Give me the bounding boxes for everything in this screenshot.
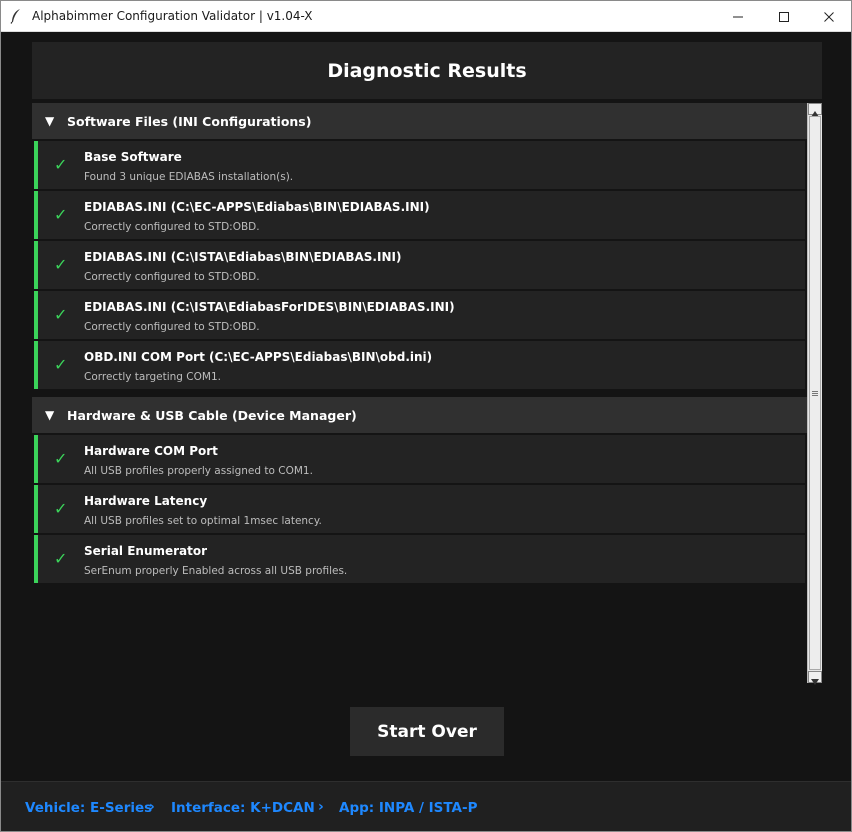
item-title: Hardware COM Port bbox=[84, 444, 218, 458]
list-item: ✓ EDIABAS.INI (C:\ISTA\Ediabas\BIN\EDIAB… bbox=[34, 241, 805, 289]
list-item: ✓ EDIABAS.INI (C:\ISTA\EdiabasForIDES\BI… bbox=[34, 291, 805, 339]
results-header: Diagnostic Results bbox=[32, 42, 822, 99]
item-description: All USB profiles properly assigned to CO… bbox=[84, 465, 313, 477]
item-title: OBD.INI COM Port (C:\EC-APPS\Ediabas\BIN… bbox=[84, 350, 433, 364]
list-item: ✓ EDIABAS.INI (C:\EC-APPS\Ediabas\BIN\ED… bbox=[34, 191, 805, 239]
item-title: Hardware Latency bbox=[84, 494, 208, 508]
feather-icon bbox=[10, 9, 20, 24]
scroll-thumb[interactable] bbox=[809, 116, 821, 670]
breadcrumb: Vehicle: E-Series › Interface: K+DCAN › … bbox=[1, 781, 851, 831]
window-title: Alphabimmer Configuration Validator | v1… bbox=[32, 9, 313, 23]
item-description: All USB profiles set to optimal 1msec la… bbox=[84, 515, 322, 527]
grip-line bbox=[812, 391, 818, 392]
app-window: Alphabimmer Configuration Validator | v1… bbox=[0, 0, 852, 832]
item-title: EDIABAS.INI (C:\ISTA\Ediabas\BIN\EDIABAS… bbox=[84, 250, 402, 264]
title-bar[interactable]: Alphabimmer Configuration Validator | v1… bbox=[1, 1, 851, 32]
check-icon: ✓ bbox=[54, 305, 68, 324]
list-item: ✓ Base Software Found 3 unique EDIABAS i… bbox=[34, 141, 805, 189]
list-item: ✓ Serial Enumerator SerEnum properly Ena… bbox=[34, 535, 805, 583]
section-header-hardware-usb[interactable]: ▼ Hardware & USB Cable (Device Manager) bbox=[32, 397, 807, 433]
close-icon bbox=[824, 11, 834, 22]
scroll-down-arrow-icon bbox=[811, 679, 819, 685]
list-item: ✓ Hardware COM Port All USB profiles pro… bbox=[34, 435, 805, 483]
check-icon: ✓ bbox=[54, 205, 68, 224]
check-icon: ✓ bbox=[54, 155, 68, 174]
section-header-software-files[interactable]: ▼ Software Files (INI Configurations) bbox=[32, 103, 807, 139]
minimize-button[interactable] bbox=[715, 1, 761, 32]
expanded-arrow-icon: ▼ bbox=[45, 114, 55, 128]
scroll-down-button[interactable] bbox=[808, 671, 822, 685]
start-over-button[interactable]: Start Over bbox=[350, 707, 504, 756]
section-title: Software Files (INI Configurations) bbox=[67, 113, 312, 129]
chevron-right-icon: › bbox=[318, 799, 324, 815]
breadcrumb-app[interactable]: App: INPA / ISTA-P bbox=[339, 800, 477, 816]
expanded-arrow-icon: ▼ bbox=[45, 408, 55, 422]
close-button[interactable] bbox=[806, 1, 851, 32]
scroll-up-button[interactable] bbox=[808, 103, 822, 117]
maximize-button[interactable] bbox=[761, 1, 807, 32]
check-icon: ✓ bbox=[54, 255, 68, 274]
check-icon: ✓ bbox=[54, 549, 68, 568]
item-title: Base Software bbox=[84, 150, 182, 164]
section-title: Hardware & USB Cable (Device Manager) bbox=[67, 407, 357, 423]
item-title: EDIABAS.INI (C:\ISTA\EdiabasForIDES\BIN\… bbox=[84, 300, 455, 314]
check-icon: ✓ bbox=[54, 355, 68, 374]
item-description: Found 3 unique EDIABAS installation(s). bbox=[84, 171, 294, 183]
item-description: Correctly configured to STD:OBD. bbox=[84, 221, 260, 233]
check-icon: ✓ bbox=[54, 449, 68, 468]
page-title: Diagnostic Results bbox=[327, 59, 527, 82]
maximize-icon bbox=[779, 11, 789, 22]
item-description: Correctly targeting COM1. bbox=[84, 371, 221, 383]
breadcrumb-vehicle[interactable]: Vehicle: E-Series bbox=[25, 800, 152, 816]
minimize-icon bbox=[733, 16, 743, 17]
list-item: ✓ OBD.INI COM Port (C:\EC-APPS\Ediabas\B… bbox=[34, 341, 805, 389]
item-description: SerEnum properly Enabled across all USB … bbox=[84, 565, 348, 577]
grip-line bbox=[812, 395, 818, 396]
chevron-right-icon: › bbox=[149, 799, 155, 815]
item-description: Correctly configured to STD:OBD. bbox=[84, 321, 260, 333]
results-list[interactable]: ▼ Software Files (INI Configurations) ✓ … bbox=[32, 103, 807, 683]
breadcrumb-interface[interactable]: Interface: K+DCAN bbox=[171, 800, 315, 816]
vertical-scrollbar[interactable] bbox=[807, 103, 822, 685]
item-description: Correctly configured to STD:OBD. bbox=[84, 271, 260, 283]
grip-line bbox=[812, 393, 818, 394]
list-item: ✓ Hardware Latency All USB profiles set … bbox=[34, 485, 805, 533]
main-content: Diagnostic Results ▼ Software Files (INI… bbox=[1, 33, 851, 781]
check-icon: ✓ bbox=[54, 499, 68, 518]
item-title: Serial Enumerator bbox=[84, 544, 208, 558]
item-title: EDIABAS.INI (C:\EC-APPS\Ediabas\BIN\EDIA… bbox=[84, 200, 430, 214]
